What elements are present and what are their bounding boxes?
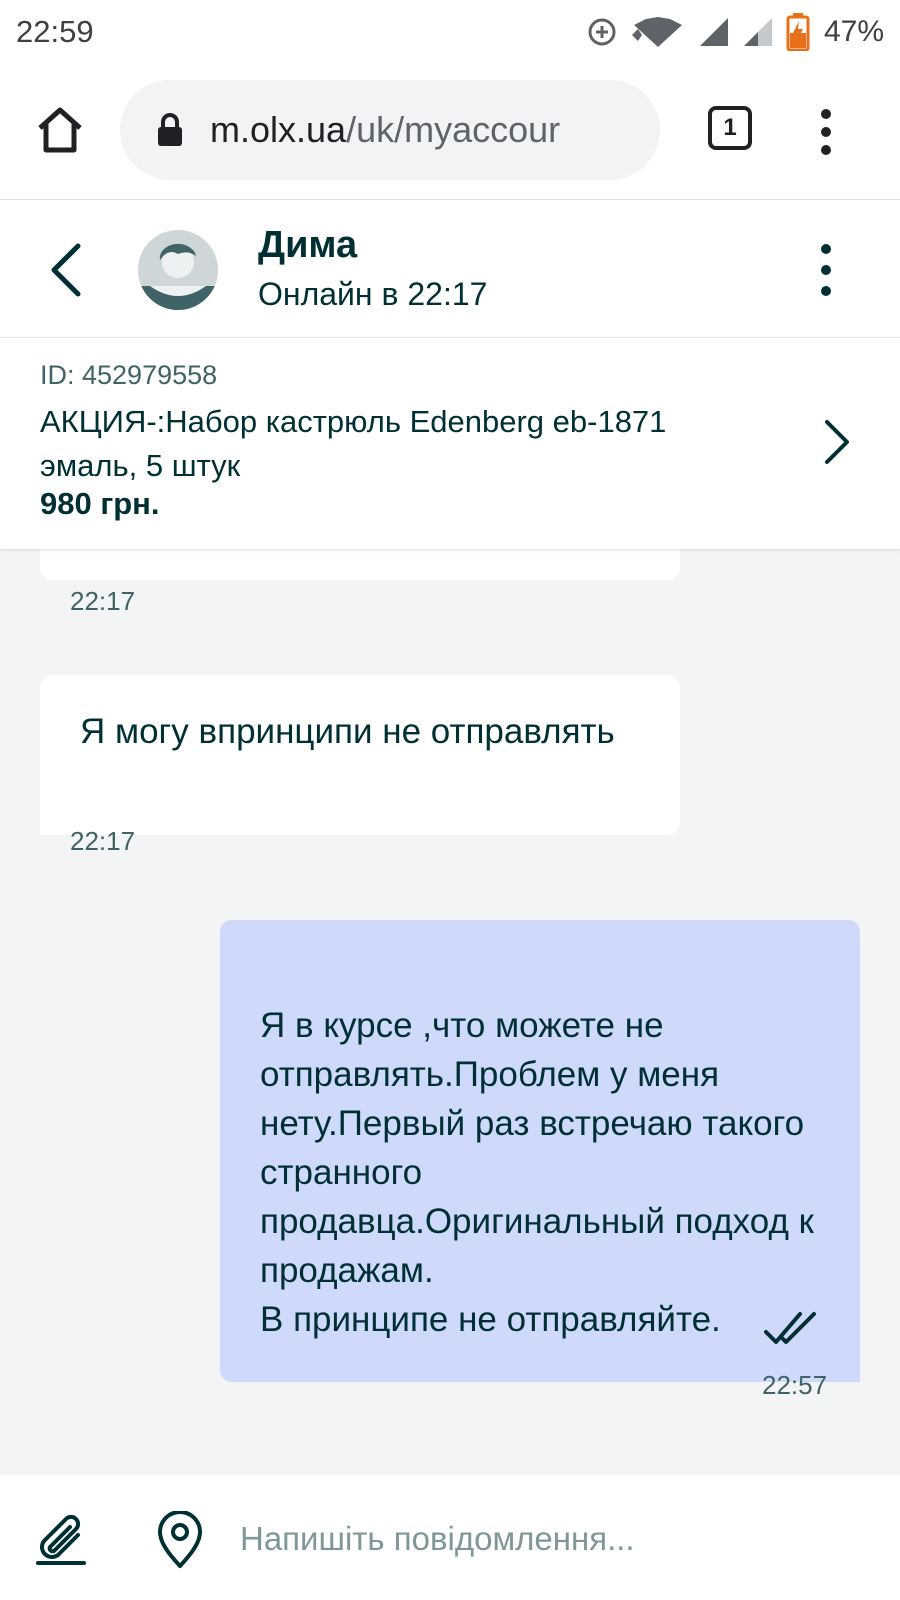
url-text: m.olx.ua/uk/myaccour — [210, 109, 610, 151]
chat-header: Дима Онлайн в 22:17 — [0, 200, 900, 338]
contact-online-status: Онлайн в 22:17 — [258, 276, 488, 312]
status-bar: 22:59 47% — [0, 0, 900, 64]
url-host: m.olx.ua — [210, 109, 347, 150]
back-arrow-icon[interactable] — [46, 242, 86, 298]
message-time: 22:57 — [762, 1370, 828, 1400]
wifi-icon — [630, 15, 686, 49]
contact-name: Дима — [258, 224, 358, 266]
signal-icon-2 — [742, 16, 774, 48]
signal-icon — [698, 16, 730, 48]
ad-id: ID: 452979558 — [40, 360, 218, 390]
data-saver-icon — [586, 16, 618, 48]
double-check-icon — [764, 1312, 816, 1344]
message-text: Я могу впринципи не отправлять — [80, 712, 615, 751]
message-text: Я в курсе ,что можете не отправлять.Проб… — [260, 1006, 814, 1339]
ad-summary[interactable]: ID: 452979558 АКЦИЯ-:Набор кастрюль Eden… — [0, 338, 900, 550]
address-bar[interactable]: m.olx.ua/uk/myaccour — [120, 80, 660, 180]
avatar[interactable] — [138, 230, 218, 310]
home-button[interactable] — [34, 104, 86, 156]
url-path: /uk/myaccour — [346, 109, 561, 150]
message-input[interactable] — [240, 1509, 860, 1569]
ad-price: 980 грн. — [40, 486, 160, 521]
location-pin-icon[interactable] — [156, 1511, 204, 1569]
browser-toolbar: m.olx.ua/uk/myaccour 1 — [0, 64, 900, 200]
home-icon — [38, 107, 82, 153]
message-time: 22:17 — [70, 586, 136, 616]
more-options-icon[interactable] — [818, 242, 834, 298]
outgoing-message: Я в курсе ,что можете не отправлять.Проб… — [220, 920, 860, 1382]
tab-count: 1 — [723, 114, 737, 141]
lock-icon — [158, 113, 182, 146]
incoming-message: г — [40, 550, 680, 580]
user-avatar-icon — [138, 230, 218, 310]
battery-percentage: 47% — [823, 15, 884, 48]
message-composer — [0, 1475, 900, 1600]
ad-title: АКЦИЯ-:Набор кастрюль Edenberg eb-1871 э… — [40, 404, 667, 483]
tab-switcher-button[interactable]: 1 — [708, 106, 752, 150]
incoming-message: Я могу впринципи не отправлять — [40, 675, 680, 835]
browser-menu-icon[interactable] — [818, 108, 834, 156]
status-time: 22:59 — [16, 14, 94, 49]
attachment-icon[interactable] — [34, 1513, 88, 1567]
message-time: 22:17 — [70, 826, 136, 856]
status-icons: 47% — [586, 13, 884, 51]
battery-charging-icon — [786, 13, 810, 51]
message-list[interactable]: г 22:17 Я могу впринципи не отправлять 2… — [0, 550, 900, 1475]
chevron-right-icon[interactable] — [822, 418, 852, 466]
message-text: г — [84, 550, 96, 557]
